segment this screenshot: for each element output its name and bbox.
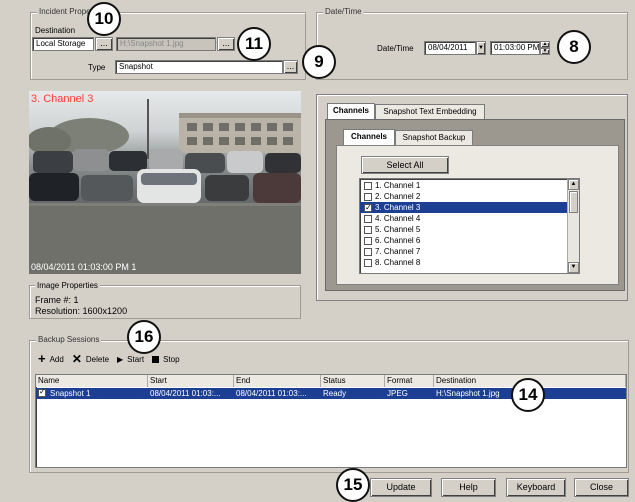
callout-16: 16 [127,320,161,354]
destination-field[interactable]: Local Storage [32,37,94,51]
channel-checkbox[interactable] [364,236,372,245]
callout-8: 8 [557,30,591,64]
channel-list-item[interactable]: 6. Channel 6 [360,235,567,246]
tab-snapshot-text-embedding[interactable]: Snapshot Text Embedding [375,104,485,119]
inner-tab-snapshot-backup[interactable]: Snapshot Backup [395,130,473,145]
destination-browse-button[interactable]: ... [95,37,113,51]
table-cell-status: Ready [323,389,347,398]
start-button[interactable]: Start [127,355,144,364]
date-dropdown-button[interactable]: ▼ [476,41,486,55]
help-button[interactable]: Help [441,478,496,497]
datetime-label: Date/Time [377,44,414,53]
column-header[interactable]: Status [321,375,385,387]
channel-checkbox[interactable] [364,202,372,213]
channel-label: 3. Channel 3 [375,203,421,212]
image-properties-title: Image Properties [35,281,100,290]
type-label: Type [88,63,106,72]
channel-list-item[interactable]: 4. Channel 4 [360,213,567,224]
backup-toolbar: + Add ✕ Delete ▶ Start Stop [38,352,180,366]
channel-list-item[interactable]: 7. Channel 7 [360,246,567,257]
column-header[interactable]: Format [385,375,434,387]
row-checkbox[interactable] [38,387,46,397]
parking-lot-image [29,99,301,274]
channel-list-item[interactable]: 5. Channel 5 [360,224,567,235]
resolution: Resolution: 1600x1200 [35,306,128,316]
table-cell-format: JPEG [387,389,408,398]
callout-10: 10 [87,2,121,36]
channel-checkbox[interactable] [364,258,372,267]
channel-label: 4. Channel 4 [375,214,421,223]
select-all-button[interactable]: Select All [361,156,449,174]
camera-view: 3. Channel 3 08/04/2011 01:03:00 PM 1 [29,91,301,274]
camera-timestamp: 08/04/2011 01:03:00 PM 1 [31,262,137,272]
add-button[interactable]: Add [50,355,64,364]
update-button[interactable]: Update [370,478,432,497]
delete-icon[interactable]: ✕ [72,353,82,365]
table-cell-name: Snapshot 1 [50,389,91,398]
frame-number: Frame #: 1 [35,295,79,305]
channel-label: 7. Channel 7 [375,247,421,256]
scroll-down-button[interactable]: ▼ [568,262,579,273]
stop-icon[interactable] [152,355,160,363]
callout-15: 15 [336,468,370,502]
time-up-button[interactable]: ▲ [540,41,550,48]
inner-tab-channels[interactable]: Channels [343,129,395,145]
channel-checkbox[interactable] [364,181,372,190]
channel-list-item[interactable]: 3. Channel 3 [360,202,567,213]
table-cell-end: 08/04/2011 01:03:... [236,389,307,398]
table-cell-start: 08/04/2011 01:03:... [150,389,221,398]
scroll-up-button[interactable]: ▲ [568,179,579,190]
incident-properties-title: Incident Prope [37,7,93,16]
callout-9: 9 [302,45,336,79]
channel-list-items: 1. Channel 1 2. Channel 2 3. Channel 3 4. C… [360,180,567,268]
channel-checkbox[interactable] [364,192,372,201]
channel-label: 8. Channel 8 [375,258,421,267]
channel-checkbox[interactable] [364,247,372,256]
scroll-thumb[interactable] [569,191,578,213]
close-button[interactable]: Close [574,478,629,497]
stop-button[interactable]: Stop [163,355,179,364]
date-field[interactable]: 08/04/2011 [424,41,476,55]
channel-list-scrollbar[interactable]: ▲ ▼ [567,179,579,273]
destination-label: Destination [35,26,76,35]
add-icon[interactable]: + [38,352,46,365]
column-header[interactable]: Start [148,375,234,387]
keyboard-button[interactable]: Keyboard [506,478,566,497]
time-field[interactable]: 01:03:00 PM [490,41,540,55]
channel-list-item[interactable]: 1. Channel 1 [360,180,567,191]
type-field[interactable]: Snapshot [115,60,283,74]
column-header[interactable]: Name [36,375,148,387]
channel-list: 1. Channel 1 2. Channel 2 3. Channel 3 4. C… [359,178,580,274]
delete-button[interactable]: Delete [86,355,109,364]
backup-sessions-title: Backup Sessions [36,335,102,344]
callout-11: 11 [237,27,271,61]
type-browse-button[interactable]: ... [283,60,298,74]
channel-checkbox[interactable] [364,225,372,234]
start-icon[interactable]: ▶ [117,355,123,364]
path-browse-button[interactable]: ... [217,37,235,51]
tab-channels[interactable]: Channels [327,103,375,119]
time-down-button[interactable]: ▼ [540,48,550,55]
callout-14: 14 [511,378,545,412]
channel-label: 1. Channel 1 [375,181,421,190]
column-header[interactable]: End [234,375,321,387]
datetime-title: Date/Time [323,7,364,16]
channel-label: 6. Channel 6 [375,236,421,245]
channel-list-item[interactable]: 2. Channel 2 [360,191,567,202]
channel-label: 5. Channel 5 [375,225,421,234]
channel-list-item[interactable]: 8. Channel 8 [360,257,567,268]
camera-title: 3. Channel 3 [31,93,94,105]
path-field: H:\Snapshot 1.jpg [116,37,216,51]
channel-label: 2. Channel 2 [375,192,421,201]
channel-checkbox[interactable] [364,214,372,223]
